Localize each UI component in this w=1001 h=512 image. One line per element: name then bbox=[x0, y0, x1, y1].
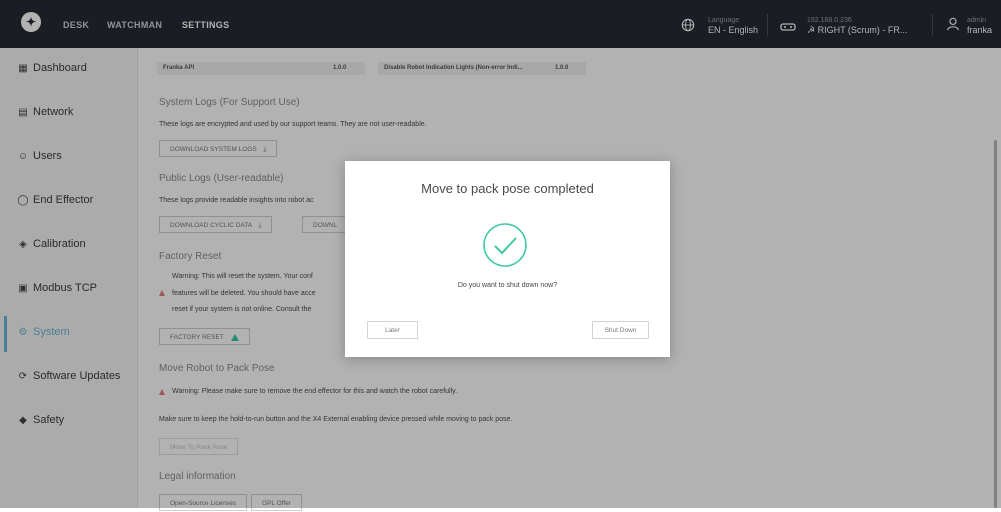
shut-down-button[interactable]: Shut Down bbox=[592, 321, 649, 339]
later-button[interactable]: Later bbox=[367, 321, 418, 339]
pack-pose-completed-dialog: Move to pack pose completed Do you want … bbox=[345, 161, 670, 357]
dialog-title: Move to pack pose completed bbox=[421, 181, 594, 196]
dialog-question: Do you want to shut down now? bbox=[457, 282, 558, 289]
check-circle-icon bbox=[483, 223, 527, 267]
